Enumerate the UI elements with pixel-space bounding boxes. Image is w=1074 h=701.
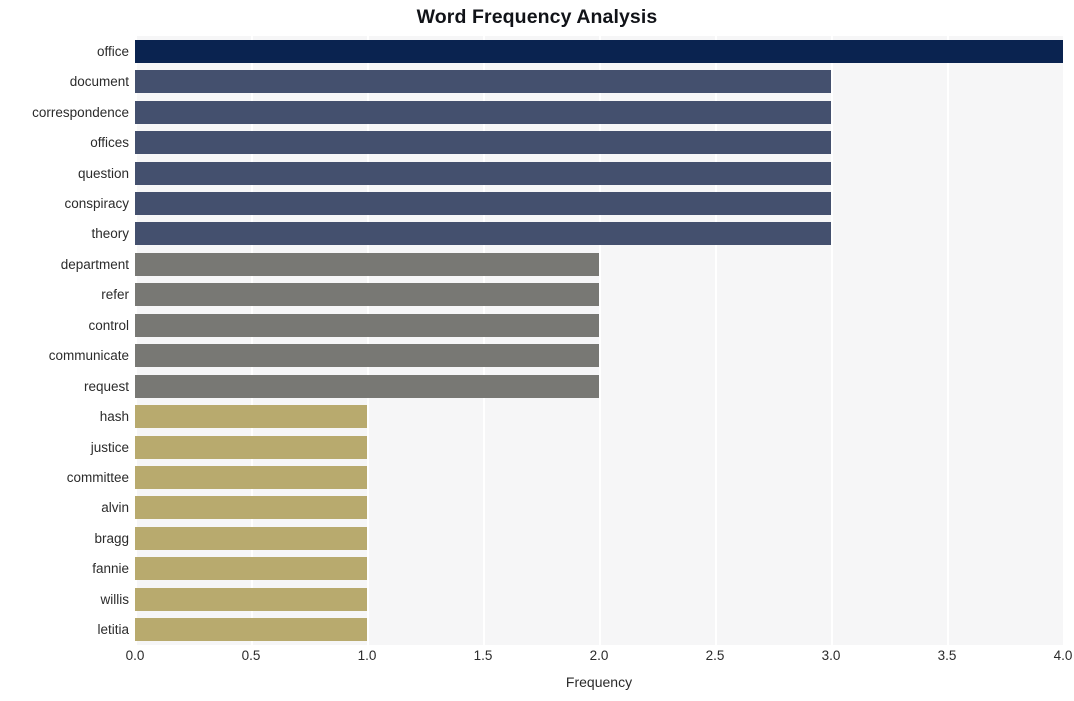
bar [135,618,367,642]
y-tick-label: department [60,256,129,272]
x-axis-title: Frequency [565,674,633,690]
y-tick-label: justice [90,439,129,455]
y-tick-label: question [77,165,129,181]
bar [135,252,599,276]
bar [135,222,831,246]
bar [135,587,367,611]
bar [135,70,831,94]
y-tick-label: letitia [97,622,129,638]
y-tick-label: offices [90,135,129,151]
bar [135,344,599,368]
bar [135,100,831,124]
chart-title: Word Frequency Analysis [416,6,658,28]
x-tick-label: 0.5 [241,648,261,663]
bar [135,374,599,398]
x-tick-label: 0.0 [125,648,145,663]
bar [135,283,599,307]
y-tick-label: committee [66,470,129,486]
gridline-vertical [1063,36,1065,645]
y-tick-label: hash [99,409,129,425]
x-tick-label: 2.5 [705,648,725,663]
bar [135,161,831,185]
x-tick-label: 1.5 [473,648,493,663]
y-tick-label: request [83,378,129,394]
bar [135,466,367,490]
y-tick-label: theory [91,226,129,242]
y-tick-label: bragg [94,530,129,546]
y-tick-label: alvin [101,500,129,516]
y-tick-label: correspondence [32,104,129,120]
y-tick-label: control [88,317,129,333]
bar [135,405,367,429]
bar [135,39,1063,63]
x-tick-label: 2.0 [589,648,609,663]
x-tick-label: 3.5 [937,648,957,663]
bar [135,496,367,520]
x-tick-label: 1.0 [357,648,377,663]
bar [135,191,831,215]
bar [135,557,367,581]
x-tick-label: 3.0 [821,648,841,663]
y-axis-tick-labels: office document correspondence offices quest… [0,36,129,645]
bars-layer [135,36,1063,645]
y-tick-label: communicate [48,348,129,364]
bar [135,526,367,550]
y-tick-label: conspiracy [64,195,129,211]
y-tick-label: office [96,43,129,59]
y-tick-label: willis [100,591,130,607]
y-tick-label: fannie [92,561,129,577]
bar [135,131,831,155]
word-frequency-chart: Word Frequency Analysis office document co… [0,0,1074,701]
y-tick-label: document [69,74,129,90]
x-tick-label: 4.0 [1053,648,1073,663]
bar [135,435,367,459]
x-axis-tick-labels: 0.0 0.5 1.0 1.5 2.0 2.5 3.0 3.5 4.0 [126,648,1073,670]
bar [135,313,599,337]
y-tick-label: refer [101,287,129,303]
